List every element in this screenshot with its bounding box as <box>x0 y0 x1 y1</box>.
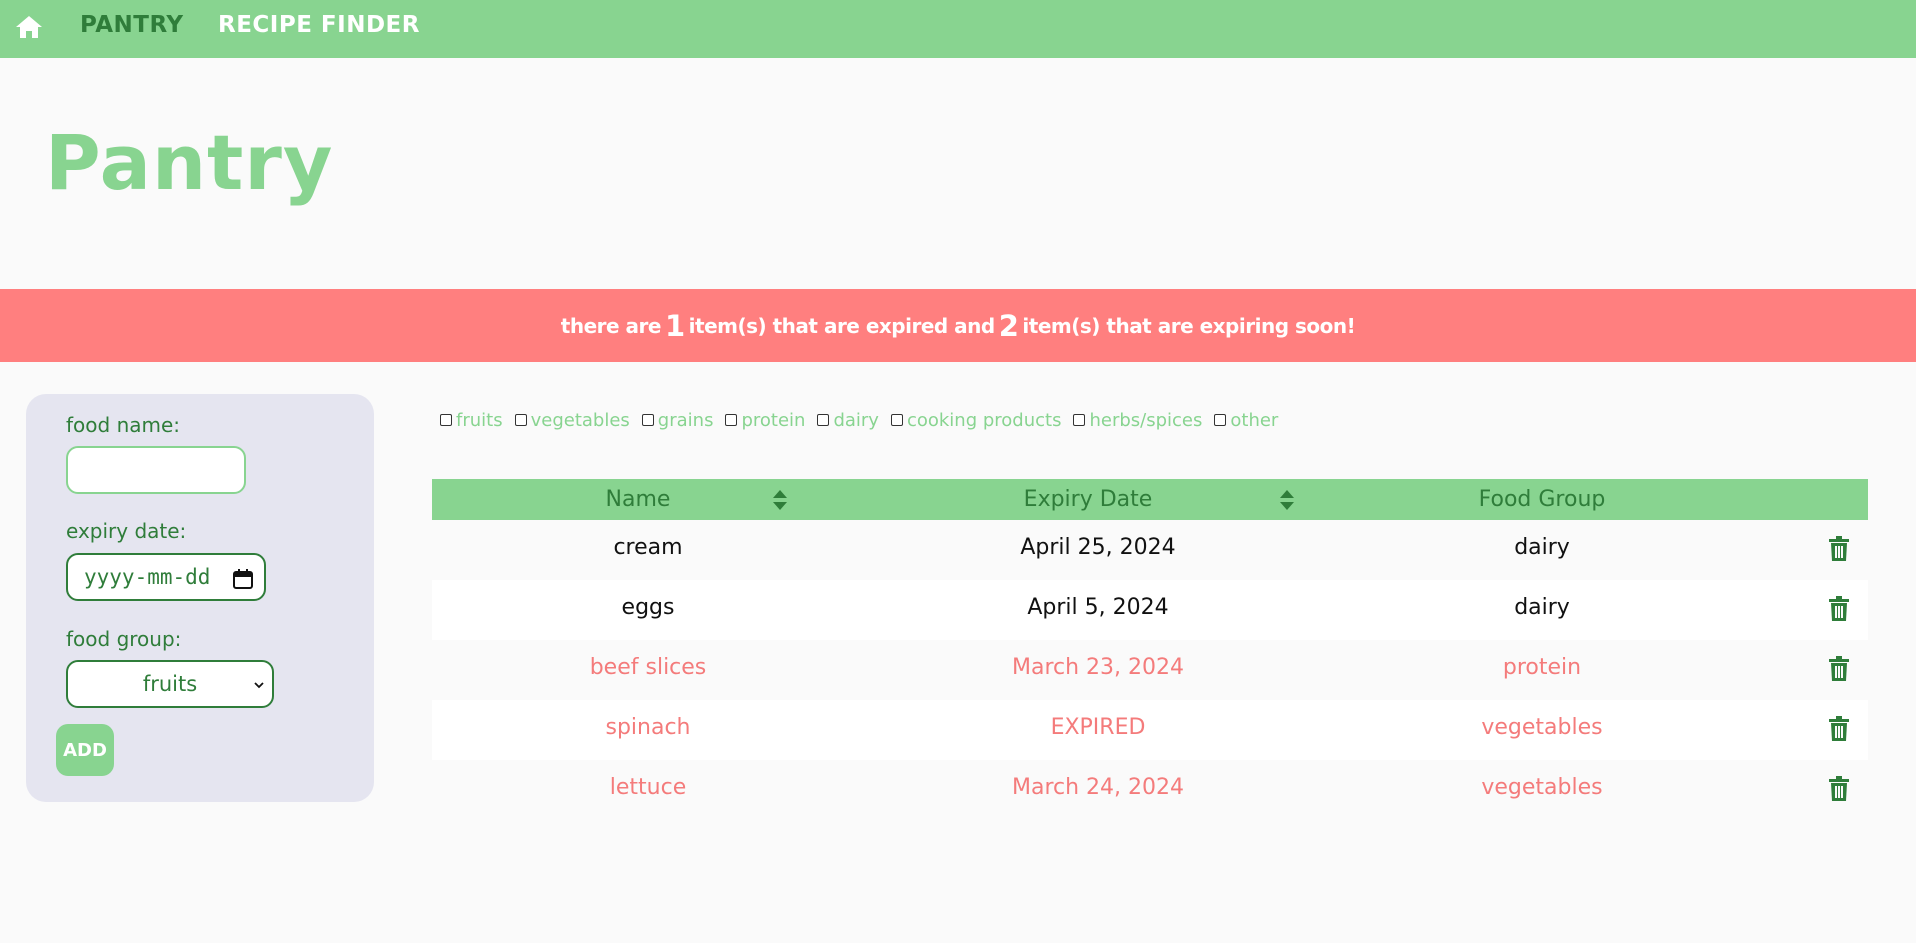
filter-checkbox[interactable] <box>817 414 830 426</box>
trash-icon[interactable] <box>1828 776 1850 802</box>
cell-food-group: vegetables <box>1481 775 1603 800</box>
cell-food-group: dairy <box>1514 595 1570 620</box>
filter-checkbox[interactable] <box>514 414 527 426</box>
filter-checkbox[interactable] <box>890 414 903 426</box>
home-icon[interactable] <box>14 14 44 40</box>
filter-grains[interactable]: grains <box>641 410 713 431</box>
pantry-table: Name Expiry Date Food Group cream April 2… <box>432 479 1868 820</box>
expiry-date-input[interactable]: yyyy-mm-dd <box>66 553 266 601</box>
cell-name: cream <box>613 535 683 560</box>
sort-icon[interactable] <box>772 489 788 511</box>
cell-food-group: vegetables <box>1481 715 1603 740</box>
trash-icon[interactable] <box>1828 656 1850 682</box>
food-name-label: food name: <box>66 413 181 437</box>
expired-count: 1 <box>664 308 685 343</box>
column-header-food-group: Food Group <box>1478 487 1606 512</box>
filter-protein[interactable]: protein <box>725 410 805 431</box>
table-row: beef slices March 23, 2024 protein <box>432 640 1868 700</box>
cell-food-group: protein <box>1502 655 1582 680</box>
cell-expiry: EXPIRED <box>1050 715 1146 740</box>
page-title: Pantry <box>45 118 334 207</box>
trash-icon[interactable] <box>1828 716 1850 742</box>
cell-expiry: March 24, 2024 <box>1011 775 1185 800</box>
table-body: cream April 25, 2024 dairy eggs April 5, 202… <box>432 520 1868 820</box>
table-row: lettuce March 24, 2024 vegetables <box>432 760 1868 820</box>
sort-icon[interactable] <box>1279 489 1295 511</box>
filter-checkbox[interactable] <box>641 414 654 426</box>
nav-pantry-link[interactable]: PANTRY <box>80 12 184 38</box>
column-header-expiry[interactable]: Expiry Date <box>938 487 1238 512</box>
food-group-filters: fruits vegetables grains protein dairy c… <box>440 408 1290 432</box>
banner-prefix: there are <box>560 313 662 338</box>
filter-checkbox[interactable] <box>1214 414 1227 426</box>
navbar: PANTRY RECIPE FINDER <box>0 0 1916 58</box>
expiring-count: 2 <box>998 308 1019 343</box>
cell-name: lettuce <box>609 775 687 800</box>
expiry-date-label: expiry date: <box>66 519 187 543</box>
filter-herbs-spices[interactable]: herbs/spices <box>1073 410 1202 431</box>
trash-icon[interactable] <box>1828 536 1850 562</box>
chevron-down-icon <box>254 682 264 689</box>
cell-name: spinach <box>605 715 691 740</box>
cell-expiry: April 5, 2024 <box>1027 595 1169 620</box>
cell-expiry: March 23, 2024 <box>1011 655 1185 680</box>
cell-name: beef slices <box>589 655 707 680</box>
filter-checkbox[interactable] <box>725 414 738 426</box>
banner-middle: item(s) that are expired and <box>688 313 996 338</box>
filter-vegetables[interactable]: vegetables <box>514 410 630 431</box>
table-header: Name Expiry Date Food Group <box>432 479 1868 520</box>
add-item-form: food name: expiry date: yyyy-mm-dd food … <box>26 394 374 802</box>
filter-checkbox[interactable] <box>440 414 452 426</box>
add-button[interactable]: ADD <box>56 724 114 776</box>
food-group-selected: fruits <box>142 672 198 696</box>
calendar-icon[interactable] <box>232 568 254 590</box>
expiry-alert-banner: there are 1 item(s) that are expired and… <box>0 289 1916 362</box>
table-row: eggs April 5, 2024 dairy <box>432 580 1868 640</box>
trash-icon[interactable] <box>1828 596 1850 622</box>
food-name-input[interactable] <box>66 446 246 494</box>
filter-cooking-products[interactable]: cooking products <box>890 410 1061 431</box>
food-group-label: food group: <box>66 627 182 651</box>
nav-recipe-finder-link[interactable]: RECIPE FINDER <box>218 12 420 38</box>
table-row: spinach EXPIRED vegetables <box>432 700 1868 760</box>
food-group-select[interactable]: fruits <box>66 660 274 708</box>
banner-suffix: item(s) that are expiring soon! <box>1022 313 1356 338</box>
cell-food-group: dairy <box>1514 535 1570 560</box>
filter-dairy[interactable]: dairy <box>817 410 879 431</box>
cell-name: eggs <box>621 595 675 620</box>
filter-fruits[interactable]: fruits <box>440 410 503 431</box>
date-placeholder: yyyy-mm-dd <box>84 565 211 589</box>
cell-expiry: April 25, 2024 <box>1020 535 1176 560</box>
filter-checkbox[interactable] <box>1073 414 1086 426</box>
filter-other[interactable]: other <box>1214 410 1278 431</box>
column-header-name[interactable]: Name <box>488 487 788 512</box>
table-row: cream April 25, 2024 dairy <box>432 520 1868 580</box>
